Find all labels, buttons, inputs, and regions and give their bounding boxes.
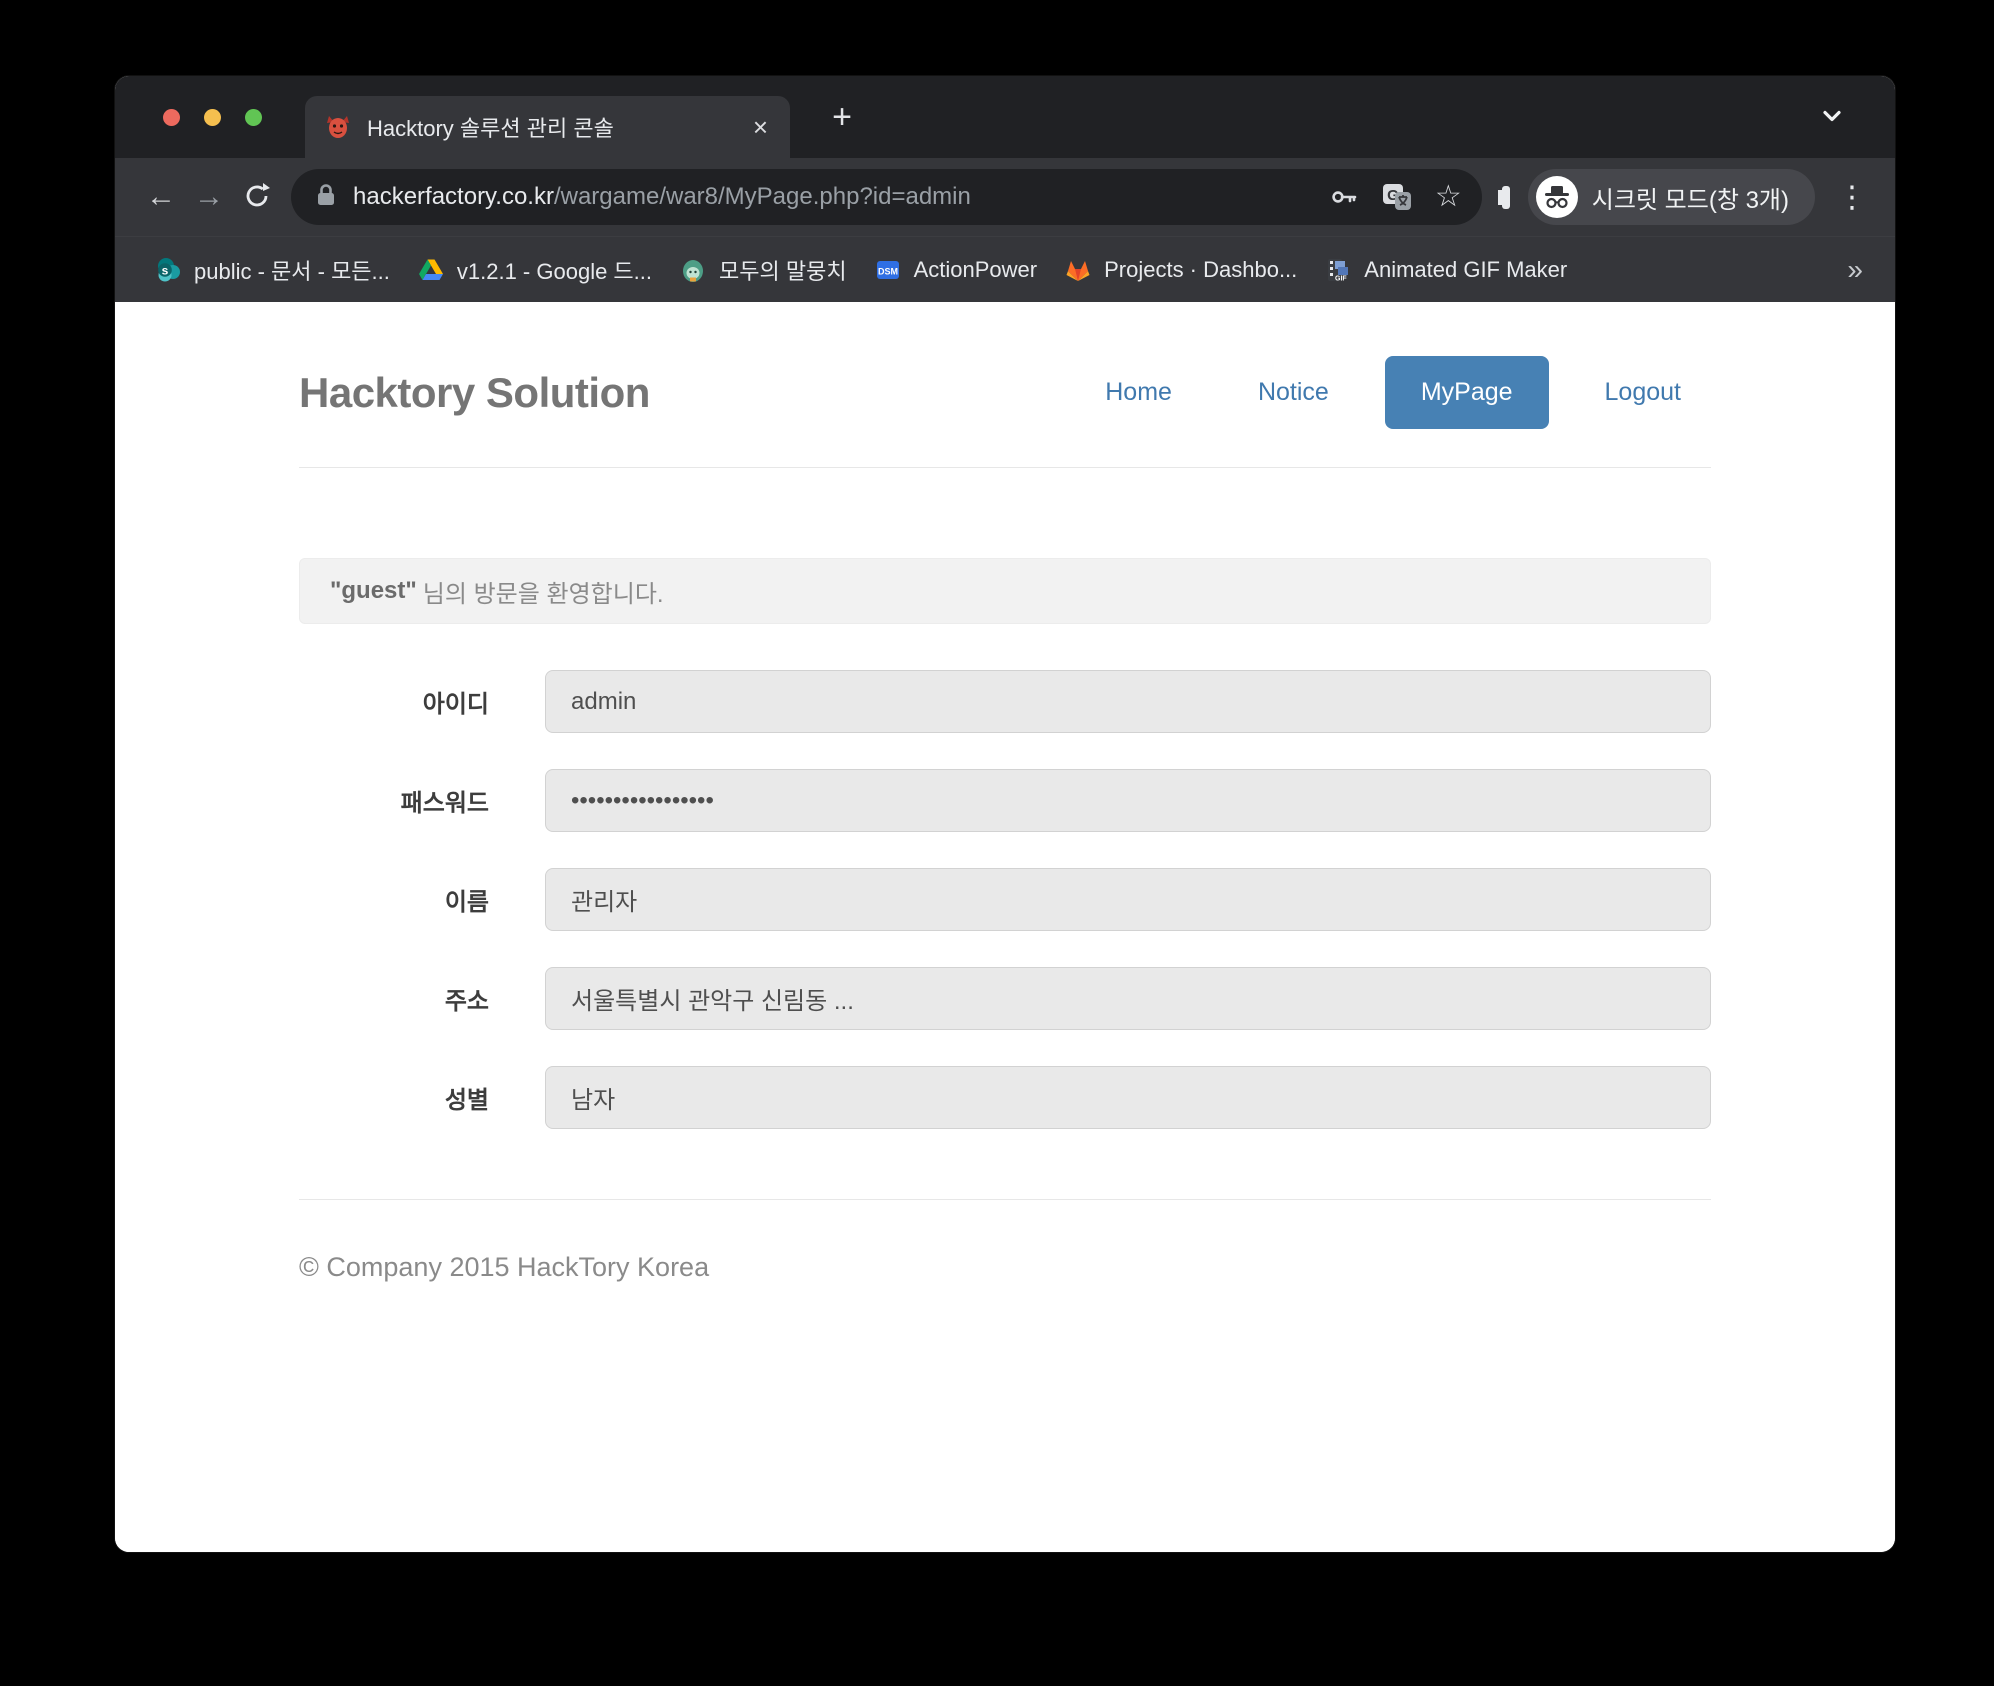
profile-form: 아이디 패스워드 이름 주소 <box>299 670 1711 1129</box>
browser-window: Hacktory 솔루션 관리 콘솔 × + ← → hackerfactory… <box>115 76 1895 1552</box>
mascot-icon <box>680 257 706 283</box>
browser-tab[interactable]: Hacktory 솔루션 관리 콘솔 × <box>305 96 790 158</box>
svg-text:s: s <box>162 263 169 277</box>
bookmarks-bar: s public - 문서 - 모든... v1.2.1 - Google 드.… <box>115 236 1895 302</box>
password-label: 패스워드 <box>299 783 545 818</box>
minimize-window-button[interactable] <box>204 109 221 126</box>
bookmark-item[interactable]: DSM ActionPower <box>861 251 1052 289</box>
tab-close-icon[interactable]: × <box>751 114 770 140</box>
translate-icon[interactable]: G <box>1381 180 1413 214</box>
welcome-username: "guest" <box>330 577 417 605</box>
bookmark-item[interactable]: s public - 문서 - 모든... <box>141 248 404 292</box>
page-content: Hacktory Solution Home Notice MyPage Log… <box>115 302 1895 1552</box>
url-host: hackerfactory.co.kr <box>353 183 554 210</box>
traffic-lights <box>163 109 262 126</box>
password-field[interactable] <box>545 769 1711 832</box>
google-drive-icon <box>418 257 444 283</box>
gif-icon: GIF <box>1325 257 1351 283</box>
chevron-down-icon[interactable] <box>1817 101 1847 134</box>
dsm-icon: DSM <box>875 257 901 283</box>
bookmark-label: public - 문서 - 모든... <box>194 254 390 286</box>
footer-copyright: © Company 2015 HackTory Korea <box>299 1199 1711 1283</box>
main-nav: Home Notice MyPage Logout <box>1049 356 1711 429</box>
welcome-message: 님의 방문을 환영합니다. <box>423 574 664 609</box>
address-label: 주소 <box>299 981 545 1016</box>
screenshot-stage: Hacktory 솔루션 관리 콘솔 × + ← → hackerfactory… <box>0 0 1994 1686</box>
close-window-button[interactable] <box>163 109 180 126</box>
browser-toolbar: ← → hackerfactory.co.kr/wargame/war8/MyP… <box>115 158 1895 236</box>
nav-mypage[interactable]: MyPage <box>1385 356 1549 429</box>
page-title: Hacktory Solution <box>299 369 650 417</box>
bookmark-label: v1.2.1 - Google 드... <box>457 254 652 286</box>
gender-field[interactable] <box>545 1066 1711 1129</box>
bookmark-item[interactable]: v1.2.1 - Google 드... <box>404 248 666 292</box>
lock-icon <box>315 183 337 212</box>
tab-strip: Hacktory 솔루션 관리 콘솔 × + <box>115 76 1895 158</box>
browser-menu-icon[interactable]: ⋮ <box>1831 180 1873 215</box>
incognito-spy-icon <box>1536 176 1578 218</box>
url-path: /wargame/war8/MyPage.php?id=admin <box>554 183 971 210</box>
bookmark-star-icon[interactable]: ☆ <box>1435 180 1462 214</box>
nav-notice[interactable]: Notice <box>1228 358 1359 427</box>
bookmark-label: Projects · Dashbo... <box>1104 257 1297 283</box>
nav-logout[interactable]: Logout <box>1575 358 1711 427</box>
incognito-label: 시크릿 모드(창 3개) <box>1592 180 1789 215</box>
site-header: Hacktory Solution Home Notice MyPage Log… <box>299 356 1711 429</box>
bookmark-label: ActionPower <box>914 257 1038 283</box>
form-row-id: 아이디 <box>299 670 1711 733</box>
new-tab-button[interactable]: + <box>820 95 864 139</box>
welcome-banner: "guest" 님의 방문을 환영합니다. <box>299 558 1711 624</box>
id-field[interactable] <box>545 670 1711 733</box>
address-field[interactable] <box>545 967 1711 1030</box>
id-label: 아이디 <box>299 684 545 719</box>
bookmarks-overflow-icon[interactable]: » <box>1841 254 1869 286</box>
bookmark-label: Animated GIF Maker <box>1364 257 1567 283</box>
password-key-icon[interactable] <box>1329 180 1359 214</box>
nav-home[interactable]: Home <box>1075 358 1202 427</box>
svg-text:GIF: GIF <box>1335 275 1347 282</box>
forward-icon[interactable]: → <box>185 173 233 221</box>
form-row-name: 이름 <box>299 868 1711 931</box>
url-text: hackerfactory.co.kr/wargame/war8/MyPage.… <box>353 183 1307 211</box>
svg-text:DSM: DSM <box>878 266 898 276</box>
gitlab-icon <box>1065 257 1091 283</box>
sharepoint-icon: s <box>155 257 181 283</box>
tab-title: Hacktory 솔루션 관리 콘솔 <box>367 111 737 143</box>
bookmark-label: 모두의 말뭉치 <box>719 254 847 286</box>
bookmark-item[interactable]: 모두의 말뭉치 <box>666 248 861 292</box>
bookmark-item[interactable]: Projects · Dashbo... <box>1051 251 1311 289</box>
url-bar[interactable]: hackerfactory.co.kr/wargame/war8/MyPage.… <box>291 169 1482 225</box>
gender-label: 성별 <box>299 1080 545 1115</box>
side-panel-icon[interactable] <box>1502 190 1510 205</box>
reload-icon[interactable] <box>233 173 281 221</box>
bookmark-item[interactable]: GIF Animated GIF Maker <box>1311 251 1581 289</box>
form-row-password: 패스워드 <box>299 769 1711 832</box>
incognito-badge[interactable]: 시크릿 모드(창 3개) <box>1528 169 1815 225</box>
devil-favicon-icon <box>325 114 351 140</box>
form-row-gender: 성별 <box>299 1066 1711 1129</box>
zoom-window-button[interactable] <box>245 109 262 126</box>
header-divider <box>299 467 1711 468</box>
name-field[interactable] <box>545 868 1711 931</box>
form-row-address: 주소 <box>299 967 1711 1030</box>
back-icon[interactable]: ← <box>137 173 185 221</box>
name-label: 이름 <box>299 882 545 917</box>
